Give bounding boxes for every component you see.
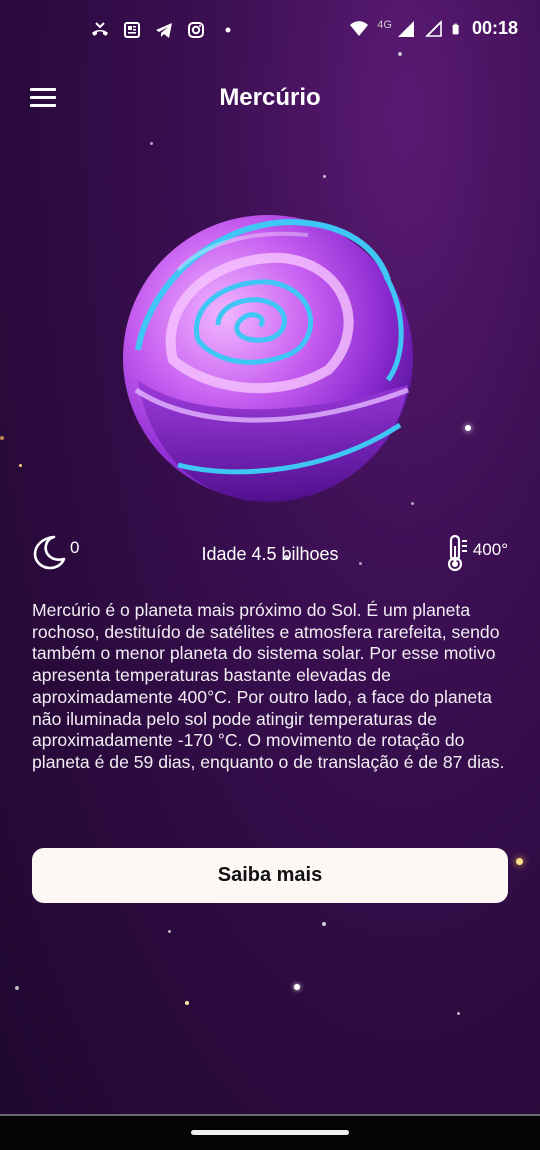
star bbox=[185, 1001, 189, 1005]
system-status: 4G 00:18 bbox=[349, 18, 518, 39]
telegram-icon bbox=[156, 23, 172, 38]
network-type-label: 4G bbox=[377, 18, 392, 31]
star bbox=[457, 1012, 460, 1015]
planet-stats: 0 Idade 4.5 bilhoes 400° bbox=[0, 534, 540, 574]
star bbox=[150, 142, 153, 145]
star bbox=[19, 464, 22, 467]
star bbox=[516, 858, 523, 865]
home-indicator[interactable] bbox=[191, 1130, 349, 1135]
navigation-bar bbox=[0, 1114, 540, 1150]
temperature-stat: 400° bbox=[447, 534, 508, 572]
saiba-mais-button[interactable]: Saiba mais bbox=[32, 848, 508, 903]
star bbox=[465, 425, 471, 431]
battery-icon bbox=[452, 23, 459, 34]
thermometer-icon bbox=[447, 534, 467, 572]
signal-icon bbox=[397, 20, 414, 37]
status-bar: 4G 00:18 bbox=[0, 0, 540, 62]
wifi-icon bbox=[350, 20, 369, 36]
instagram-icon bbox=[188, 22, 204, 38]
planet-illustration bbox=[123, 215, 413, 502]
news-icon bbox=[124, 22, 140, 38]
notification-icons bbox=[90, 20, 238, 40]
signal-empty-icon bbox=[425, 19, 442, 37]
page-title: Mercúrio bbox=[219, 84, 321, 111]
star bbox=[323, 175, 326, 178]
star bbox=[0, 436, 4, 440]
star bbox=[294, 984, 300, 990]
dot-icon bbox=[225, 27, 231, 33]
star bbox=[15, 986, 19, 990]
star bbox=[322, 922, 326, 926]
missed-call-icon bbox=[92, 22, 108, 36]
clock: 00:18 bbox=[471, 18, 518, 38]
temperature-value: 400° bbox=[472, 540, 508, 559]
star bbox=[168, 930, 171, 933]
planet-description: Mercúrio é o planeta mais próximo do Sol… bbox=[32, 600, 505, 772]
